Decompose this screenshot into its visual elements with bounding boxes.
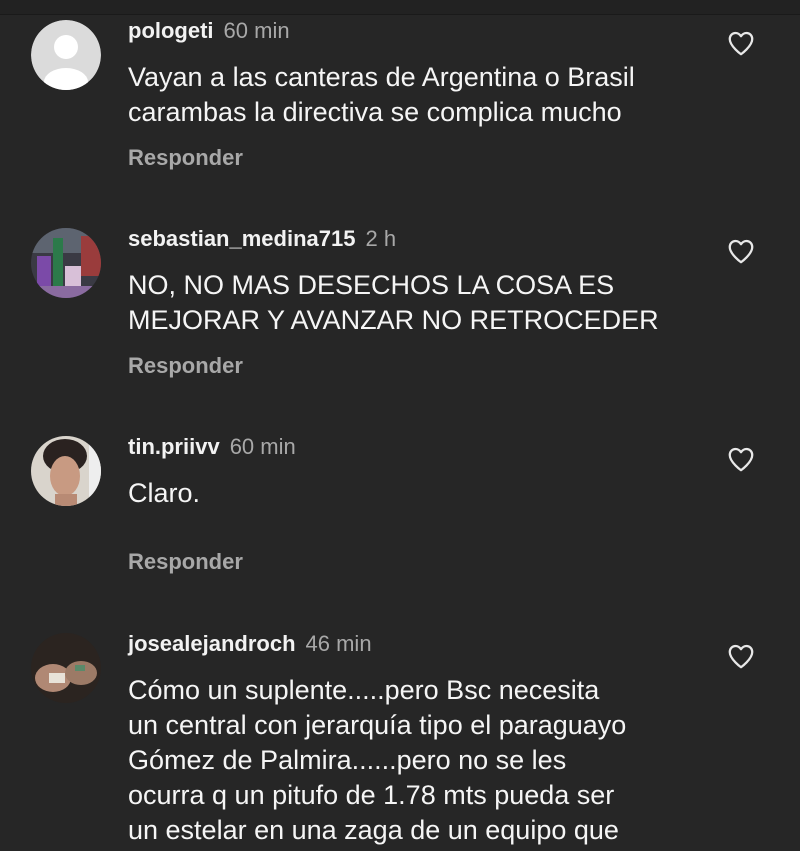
heart-outline-icon[interactable] [726, 641, 756, 671]
timestamp: 60 min [229, 434, 296, 459]
avatar[interactable] [31, 228, 101, 298]
username[interactable]: pologeti [128, 18, 214, 43]
comment-header: tin.priivv 60 min [128, 434, 296, 460]
comment-text-line: Gómez de Palmira......pero no se les [128, 745, 567, 775]
heart-outline-icon[interactable] [726, 444, 756, 474]
reply-button[interactable]: Responder [128, 353, 243, 379]
reply-button[interactable]: Responder [128, 145, 243, 171]
comment-text-line: un central con jerarquía tipo el paragua… [128, 710, 627, 740]
avatar[interactable] [31, 20, 101, 90]
top-divider [0, 0, 800, 15]
heart-outline-icon[interactable] [726, 236, 756, 266]
comment-text-line: NO, NO MAS DESECHOS LA COSA ES [128, 270, 615, 300]
comment-header: pologeti 60 min [128, 18, 290, 44]
comment-header: josealejandroch 46 min [128, 631, 372, 657]
username[interactable]: tin.priivv [128, 434, 220, 459]
comment-header: sebastian_medina715 2 h [128, 226, 396, 252]
comment-text: NO, NO MAS DESECHOS LA COSA ES MEJORAR Y… [128, 268, 728, 338]
comment-text-line: Vayan a las canteras de Argentina o Bras… [128, 62, 635, 92]
comment-text: Cómo un suplente.....pero Bsc necesita u… [128, 673, 728, 848]
avatar[interactable] [31, 436, 101, 506]
username[interactable]: josealejandroch [128, 631, 296, 656]
comment-text-line: un estelar en una zaga de un equipo que [128, 815, 619, 845]
comment-text-line: MEJORAR Y AVANZAR NO RETROCEDER [128, 305, 659, 335]
username[interactable]: sebastian_medina715 [128, 226, 355, 251]
comment-text-line: Claro. [128, 478, 201, 508]
comment-text: Vayan a las canteras de Argentina o Bras… [128, 60, 728, 130]
timestamp: 2 h [365, 226, 397, 251]
heart-outline-icon[interactable] [726, 28, 756, 58]
timestamp: 60 min [223, 18, 290, 43]
comment-text-line: ocurra q un pitufo de 1.78 mts pueda ser [128, 780, 615, 810]
timestamp: 46 min [305, 631, 372, 656]
avatar[interactable] [31, 633, 101, 703]
comment-text-line: Cómo un suplente.....pero Bsc necesita [128, 675, 600, 705]
comment-text: Claro. [128, 476, 728, 511]
reply-button[interactable]: Responder [128, 549, 243, 575]
comment-text-line: carambas la directiva se complica mucho [128, 97, 622, 127]
